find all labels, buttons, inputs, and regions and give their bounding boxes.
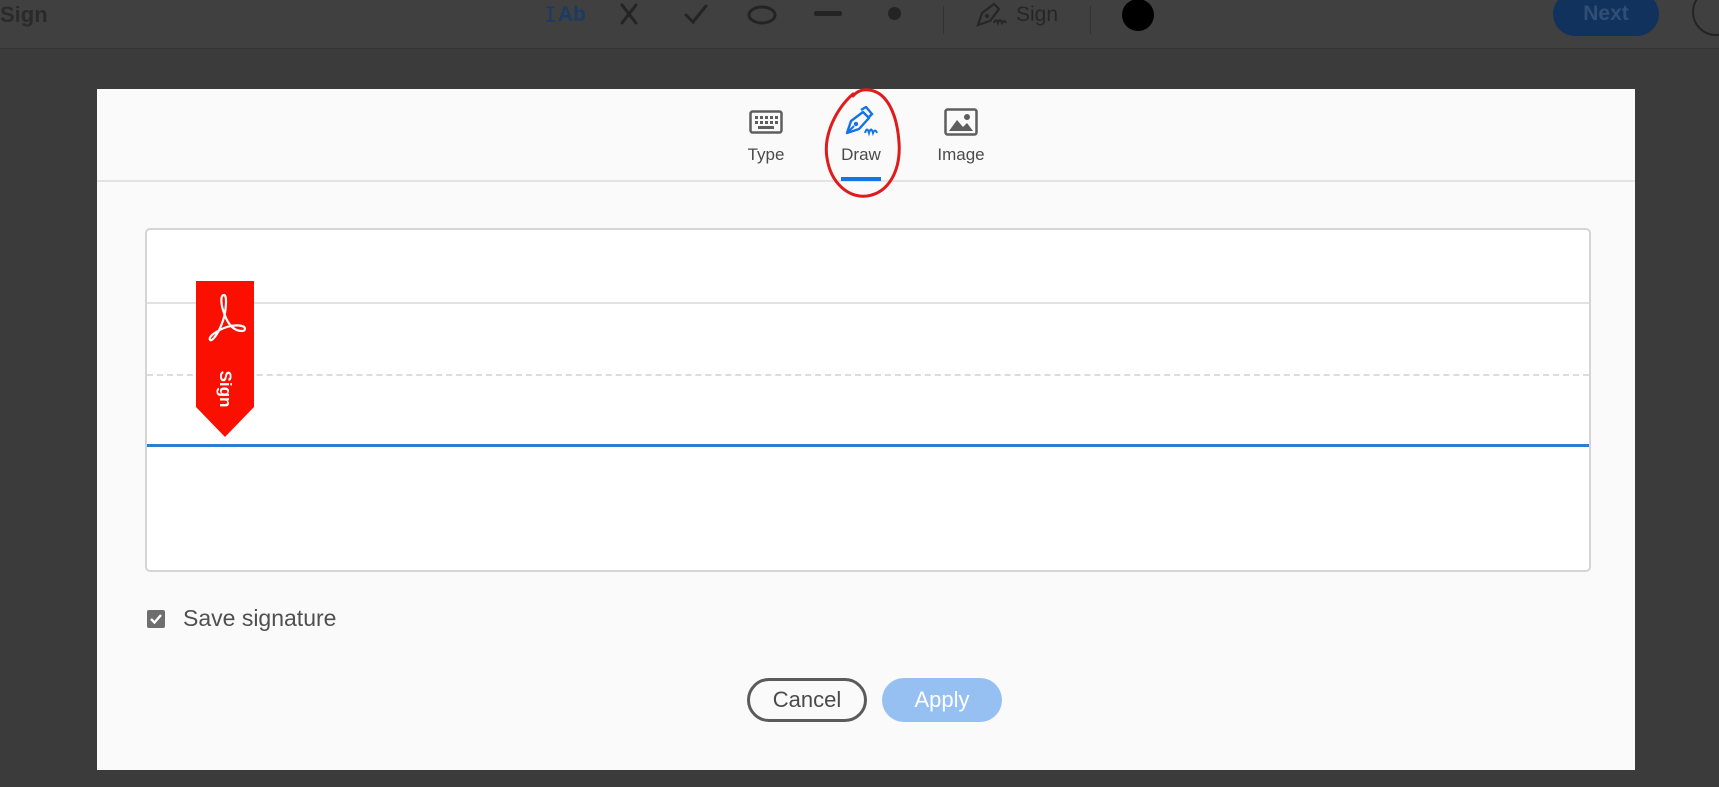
keyboard-icon	[748, 107, 784, 137]
line-tool-icon[interactable]	[814, 11, 842, 16]
tab-image[interactable]: Image	[921, 107, 1001, 180]
color-picker-swatch[interactable]	[1122, 0, 1154, 31]
save-signature-checkbox[interactable]	[147, 609, 165, 628]
tab-type[interactable]: Type	[726, 107, 806, 180]
text-cursor-icon: I	[544, 3, 557, 27]
top-toolbar: Sign I Ab Sign Next	[0, 0, 1719, 49]
sign-flag-label: Sign	[216, 370, 235, 408]
profile-circle-button[interactable]	[1692, 0, 1719, 36]
signature-mode-tabs: Type Draw Image	[97, 88, 1635, 198]
tab-draw-label: Draw	[841, 145, 881, 164]
toolbar-separator	[943, 6, 944, 34]
signature-draw-canvas[interactable]: Sign	[145, 228, 1591, 572]
cancel-button[interactable]: Cancel	[747, 678, 867, 722]
apply-button[interactable]: Apply	[882, 678, 1002, 722]
sign-tool-label: Sign	[1015, 3, 1059, 26]
cross-tool-icon[interactable]	[618, 2, 640, 26]
dot-tool-icon[interactable]	[888, 7, 901, 20]
check-tool-icon[interactable]	[683, 3, 709, 25]
guide-line-dashed	[147, 374, 1589, 376]
guide-line-top	[147, 302, 1589, 304]
tab-draw[interactable]: Draw	[821, 106, 901, 181]
signature-dialog: Type Draw Image Sign Save signature Canc…	[97, 88, 1635, 770]
image-icon	[943, 107, 979, 137]
save-signature-label: Save signature	[183, 605, 337, 631]
signature-baseline	[147, 444, 1589, 447]
sign-here-flag: Sign	[196, 281, 254, 439]
text-tool-button[interactable]: I Ab	[543, 0, 587, 30]
sign-tool-button[interactable]: Sign	[970, 0, 1060, 30]
pen-icon	[843, 106, 879, 137]
text-tool-label: Ab	[557, 3, 586, 26]
active-tab-indicator	[841, 177, 881, 181]
toolbar-title: Sign	[0, 2, 48, 27]
signature-pen-icon	[976, 2, 1007, 27]
tab-type-label: Type	[747, 145, 785, 164]
ellipse-tool-icon[interactable]	[746, 4, 778, 26]
checkmark-icon	[150, 613, 162, 624]
tab-image-label: Image	[937, 145, 985, 164]
toolbar-separator	[1090, 6, 1091, 34]
save-signature-row: Save signature	[147, 605, 336, 632]
next-button[interactable]: Next	[1553, 0, 1659, 36]
